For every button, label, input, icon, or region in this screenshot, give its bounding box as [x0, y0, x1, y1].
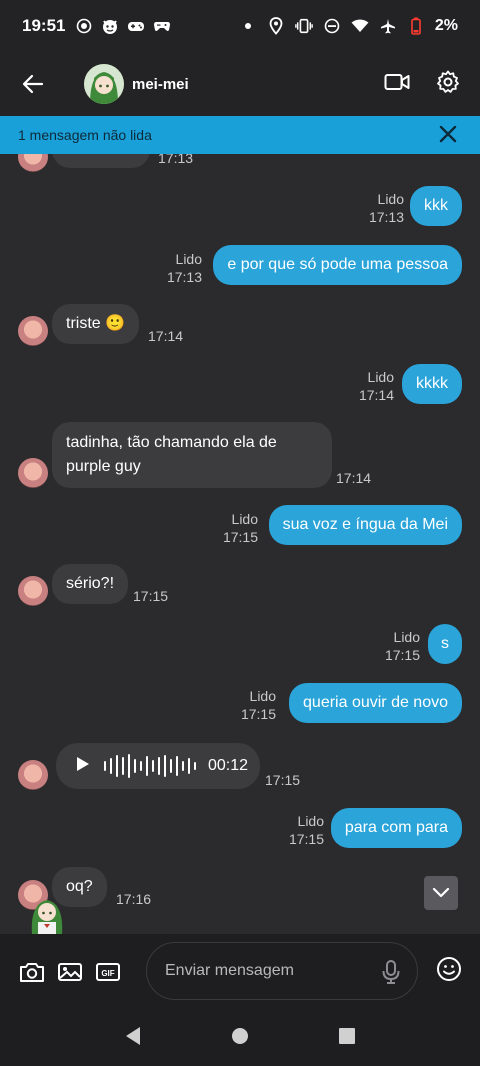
message-meta: Lido 17:15 [241, 687, 276, 723]
message-list[interactable]: 17:13 Lido 17:13 kkk Lido 17:13 e por qu… [0, 154, 480, 934]
message-time: 17:15 [384, 647, 420, 663]
record-icon [75, 17, 93, 35]
message-time: 17:15 [222, 529, 258, 545]
message-bubble-outgoing[interactable]: s [428, 624, 462, 664]
message-bubble-outgoing[interactable]: e por que só pode uma pessoa [213, 245, 462, 285]
message-time: 17:15 [265, 772, 301, 788]
unread-banner[interactable]: 1 mensagem não lida [0, 116, 480, 154]
chat-screen: 19:51 2% mei-mei 1 mensagem não lida 17:… [0, 0, 480, 1066]
anime-sticker [24, 890, 70, 934]
message-bubble-outgoing[interactable]: queria ouvir de novo [289, 683, 462, 723]
emoji-icon[interactable] [436, 956, 462, 987]
audio-duration: 00:12 [208, 757, 249, 774]
read-status: Lido [393, 629, 420, 645]
message-time: 17:16 [116, 891, 152, 907]
message-time: 17:15 [288, 831, 324, 847]
sender-avatar[interactable] [18, 576, 48, 606]
sender-avatar[interactable] [18, 154, 48, 172]
airplane-mode-icon [379, 17, 397, 35]
close-icon[interactable] [438, 124, 458, 147]
back-button[interactable] [0, 52, 66, 116]
system-nav-bar [0, 1010, 480, 1066]
nav-home-icon[interactable] [231, 1027, 249, 1050]
read-status: Lido [175, 251, 202, 267]
gamepad-icon [127, 17, 145, 35]
message-meta: Lido 17:15 [385, 628, 420, 664]
message-time: 17:15 [133, 588, 169, 604]
read-status: Lido [297, 813, 324, 829]
sender-avatar[interactable] [18, 760, 48, 790]
gif-button[interactable]: GIF [90, 954, 126, 990]
play-icon[interactable] [76, 756, 90, 777]
message-time: 17:14 [148, 328, 184, 344]
gamepad-alt-icon [153, 17, 171, 35]
message-bubble-incoming[interactable]: tadinha, tão chamando ela de purple guy [52, 422, 332, 488]
camera-icon[interactable] [14, 954, 50, 990]
microphone-icon[interactable] [381, 959, 401, 990]
message-bubble-incoming[interactable]: triste 🙂 [52, 304, 140, 344]
location-icon [267, 17, 285, 35]
message-time: 17:14 [336, 470, 372, 486]
message-meta: Lido 17:13 [369, 190, 404, 226]
scroll-to-bottom-button[interactable] [424, 876, 458, 910]
message-time: 17:15 [240, 706, 276, 722]
message-bubble-outgoing[interactable]: para com para [330, 808, 462, 848]
audio-message[interactable]: 00:12 [56, 743, 260, 789]
gif-label: GIF [101, 969, 114, 978]
unread-banner-text: 1 mensagem não lida [18, 127, 152, 143]
gear-icon[interactable] [436, 70, 460, 99]
message-input[interactable] [165, 962, 365, 980]
sender-avatar[interactable] [18, 458, 48, 488]
message-time: 17:13 [158, 154, 194, 166]
message-meta: Lido 17:14 [359, 368, 394, 404]
message-bubble-outgoing[interactable]: sua voz e íngua da Mei [268, 505, 462, 545]
battery-percent: 2% [434, 17, 458, 34]
contact-avatar[interactable] [84, 64, 124, 104]
wifi-icon [351, 17, 369, 35]
arrow-left-icon [22, 74, 44, 94]
read-status: Lido [367, 369, 394, 385]
message-time: 17:14 [358, 387, 394, 403]
read-status: Lido [231, 511, 258, 527]
message-input-wrap [146, 942, 418, 1000]
read-status: Lido [249, 688, 276, 704]
nav-back-icon[interactable] [124, 1026, 142, 1051]
message-bubble-incoming[interactable] [52, 154, 150, 168]
devil-face-icon [101, 17, 119, 35]
message-bubble-incoming[interactable]: sério?! [52, 564, 129, 604]
message-time: 17:13 [368, 209, 404, 225]
contact-name[interactable]: mei-mei [132, 76, 189, 93]
battery-low-icon [407, 17, 425, 35]
do-not-disturb-icon [323, 17, 341, 35]
chevron-down-icon [432, 887, 450, 898]
video-call-icon[interactable] [384, 73, 410, 96]
message-meta: Lido 17:15 [289, 812, 324, 848]
audio-waveform [104, 754, 196, 778]
status-time: 19:51 [22, 16, 66, 35]
message-meta: Lido 17:13 [167, 250, 202, 286]
chat-header: mei-mei [0, 52, 480, 116]
message-bubble-outgoing[interactable]: kkkk [402, 364, 462, 404]
sender-avatar[interactable] [18, 316, 48, 346]
vibrate-icon [295, 17, 313, 35]
nav-recents-icon[interactable] [338, 1027, 356, 1050]
message-bubble-outgoing[interactable]: kkk [410, 186, 462, 226]
message-composer: GIF [0, 934, 480, 1010]
read-status: Lido [377, 191, 404, 207]
message-time: 17:13 [166, 269, 202, 285]
dot-icon [239, 17, 257, 35]
status-bar: 19:51 2% [0, 0, 480, 52]
message-meta: Lido 17:15 [223, 510, 258, 546]
gallery-icon[interactable] [52, 954, 88, 990]
